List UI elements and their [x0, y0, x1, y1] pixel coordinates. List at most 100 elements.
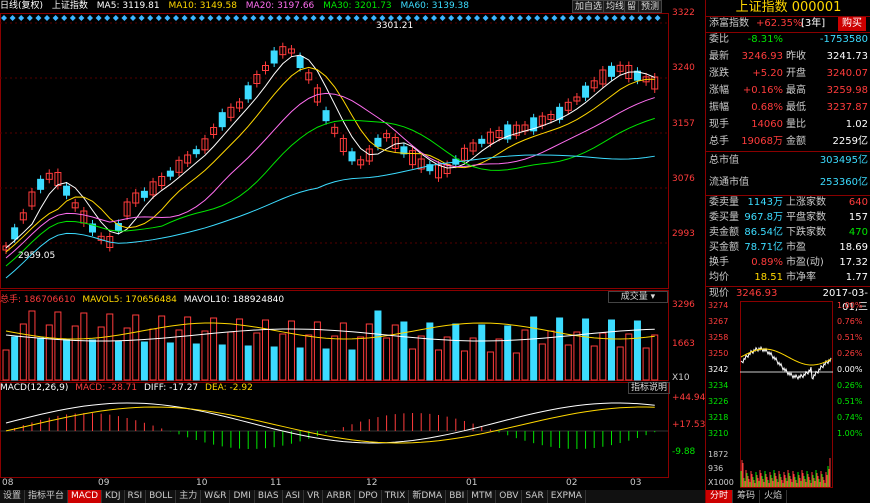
quote-key: 委比 [709, 34, 729, 45]
kline-chart-area[interactable] [0, 13, 705, 490]
indicator-tab[interactable]: BOLL [146, 490, 177, 503]
breadth-value: 86.54亿 [744, 227, 783, 238]
date-axis-label: 12 [366, 478, 378, 488]
add-watchlist-button[interactable]: 加自选 [572, 0, 606, 13]
event-diamond-icon [534, 15, 541, 21]
indicator-tab[interactable]: W&R [201, 490, 231, 503]
market-cap-value: 253360亿 [819, 177, 868, 188]
volume-bar [504, 325, 512, 381]
event-diamond-icon [568, 15, 575, 21]
buy-button[interactable]: 购买 [838, 17, 866, 31]
event-diamond-icon [628, 15, 635, 21]
event-diamond-icon [284, 15, 291, 21]
event-diamond-icon [233, 15, 240, 21]
breadth-key: 买金额 [709, 242, 739, 253]
intraday-price-label: 3210 [708, 429, 728, 438]
quote-value: 14060 [751, 119, 783, 130]
event-diamond-icon [353, 15, 360, 21]
indicator-tab[interactable]: 主力 [176, 490, 202, 503]
forecast-button[interactable]: 预测 [638, 0, 663, 13]
volume-bar [114, 340, 122, 381]
volume-bar [313, 321, 321, 381]
indicator-tab[interactable]: VR [304, 490, 324, 503]
volume-bar [28, 310, 36, 381]
quote-key: 金额 [786, 136, 806, 147]
intraday-price-label: 3234 [708, 381, 728, 390]
indicator-tab[interactable]: RSI [125, 490, 147, 503]
volume-bar [512, 352, 520, 381]
event-diamond-icon [474, 15, 480, 21]
kline-panel-frame [0, 13, 669, 289]
indicator-tab[interactable]: OBV [496, 490, 523, 503]
indicator-help-button[interactable]: 指标说明 [628, 382, 671, 394]
breadth-row: 委买量 967.8万 平盘家数 157 [708, 211, 868, 225]
volume-bar [400, 321, 408, 381]
quote-key: 总手 [709, 136, 729, 147]
intraday-tab[interactable]: 筹码 [733, 490, 761, 503]
indicator-tab[interactable]: ARBR [323, 490, 356, 503]
ma30-line [5, 117, 655, 267]
indicator-tab[interactable]: KDJ [102, 490, 125, 503]
candle-body [218, 112, 226, 128]
breadth-row: 委卖量 1143万 上涨家数 640 [708, 196, 868, 210]
ma20-label: MA20: 3197.66 [245, 1, 315, 11]
indicator-tab[interactable]: BIAS [255, 490, 283, 503]
indicator-tab[interactable]: DMI [230, 490, 255, 503]
breadth-key: 换手 [709, 257, 729, 268]
breadth-key: 市盈(动) [786, 257, 824, 268]
quote-value: 1.02 [845, 119, 868, 130]
indicator-tab[interactable]: 指标平台 [25, 490, 69, 503]
indicator-tab[interactable]: MACD [68, 490, 103, 503]
intraday-chart[interactable]: 3274 3267 3258 3250 3242 3234 3226 3218 3210 1.00… [706, 301, 870, 489]
indicator-tab[interactable]: 新DMA [409, 490, 447, 503]
event-diamond-icon [482, 15, 489, 21]
breadth-value: 470 [848, 227, 868, 238]
now-price-row: 现价 3246.93 2017-03-01,三 [708, 287, 868, 313]
volume-bar [582, 318, 590, 381]
stock-terminal: 日线(复权) 上证指数 MA5: 3119.81 MA10: 3149.58 M… [0, 0, 870, 503]
intraday-tab[interactable]: 分时 [706, 490, 734, 503]
breadth-row: 均价 18.51 市净率 1.77 [708, 271, 868, 285]
indicator-tab[interactable]: ASI [283, 490, 305, 503]
indicator-tab[interactable]: TRIX [382, 490, 410, 503]
indicator-tab[interactable]: DPO [355, 490, 382, 503]
volume-bar [357, 336, 365, 381]
volume-bar [435, 349, 442, 381]
chart-mode[interactable]: 日线(复权) [0, 1, 43, 11]
volume-bar [37, 337, 45, 381]
indicator-tab[interactable]: MTM [468, 490, 497, 503]
now-label: 现价 [709, 288, 729, 299]
quote-row: 总手 19068万 金额 2259亿 [708, 135, 868, 149]
indicator-tab[interactable]: BBI [446, 490, 469, 503]
indicator-tab[interactable]: SAR [522, 490, 548, 503]
event-diamond-icon [603, 15, 609, 21]
breadth-value: 18.51 [754, 272, 783, 283]
volume-bar [158, 315, 166, 381]
date-axis-label: 10 [196, 478, 208, 488]
volume-bar [45, 324, 53, 381]
high-marker: 3301.21 [376, 21, 414, 31]
intraday-volume-label: 1872 [708, 450, 728, 459]
event-diamond-icon [241, 15, 248, 21]
indicator-tab[interactable]: 设置 [0, 490, 26, 503]
event-diamond-icon [181, 15, 188, 21]
candle-body [114, 223, 122, 231]
event-diamond-icon [61, 15, 68, 21]
indicator-tab[interactable]: EXPMA [548, 490, 586, 503]
event-diamond-icon [250, 15, 257, 21]
mavol5-label: MAVOL5: 170656484 [82, 295, 177, 305]
candle-body [166, 170, 174, 177]
intraday-price-label: 3267 [708, 317, 728, 326]
breadth-key: 平盘家数 [786, 212, 826, 223]
volume-bar [63, 338, 71, 381]
volume-bar [538, 343, 546, 381]
volume-bar [486, 351, 494, 381]
quote-key: 涨幅 [709, 85, 729, 96]
market-cap-value: 303495亿 [819, 155, 868, 166]
intraday-tab[interactable]: 火焰 [760, 490, 788, 503]
intraday-volume-label: X1000 [708, 478, 734, 487]
volume-bar [409, 348, 417, 381]
indicator-dropdown[interactable]: 成交量 ▾ [608, 291, 668, 303]
event-diamond-icon [637, 15, 644, 21]
note-button[interactable]: 留 [624, 0, 640, 13]
